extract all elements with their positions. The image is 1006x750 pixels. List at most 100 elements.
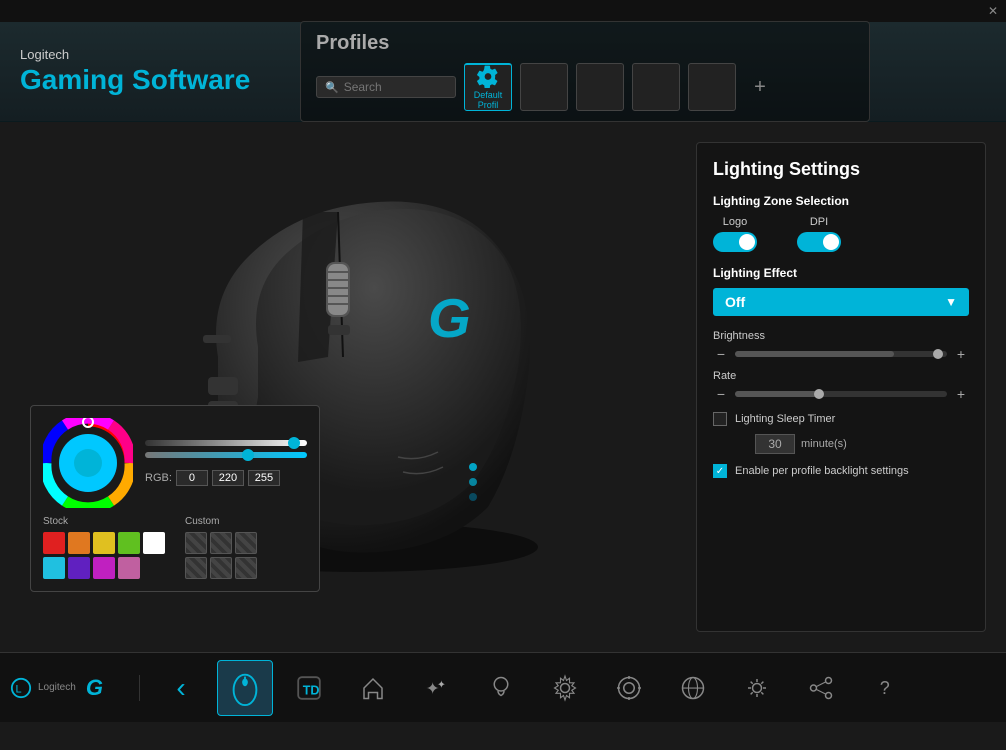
g-brand-icon: G: [86, 675, 103, 701]
dpi-toggle-knob: [823, 234, 839, 250]
mouse-area: G: [0, 122, 696, 652]
nav-effects-button[interactable]: ✦ ✦: [409, 660, 465, 716]
profile-nav-icon: TD: [291, 670, 327, 706]
profile-slot-5[interactable]: [688, 63, 736, 111]
zone-logo: Logo: [713, 216, 757, 252]
nav-share-button[interactable]: [793, 660, 849, 716]
custom-swatch-6[interactable]: [235, 557, 257, 579]
nav-settings-button[interactable]: [729, 660, 785, 716]
profile-slot-3[interactable]: [576, 63, 624, 111]
red-input[interactable]: [176, 470, 208, 486]
logo-toggle[interactable]: [713, 232, 757, 252]
custom-label: Custom: [185, 516, 257, 527]
profile-slot-2[interactable]: [520, 63, 568, 111]
brightness-thumb[interactable]: [933, 349, 943, 359]
rgb-label: RGB:: [145, 472, 172, 484]
zone-selection-label: Lighting Zone Selection: [713, 194, 969, 208]
rate-thumb[interactable]: [814, 389, 824, 399]
custom-swatch-2[interactable]: [210, 532, 232, 554]
saturation-thumb[interactable]: [242, 449, 254, 461]
nav-mouse-button[interactable]: [217, 660, 273, 716]
stock-label: Stock: [43, 516, 165, 527]
mouse-nav-icon: [226, 669, 264, 707]
swatch-yellow[interactable]: [93, 532, 115, 554]
zone-row: Logo DPI: [713, 216, 969, 252]
blue-input[interactable]: [248, 470, 280, 486]
bulb-icon: [486, 673, 516, 703]
brightness-increase[interactable]: +: [953, 346, 969, 362]
backlight-checkbox[interactable]: ✓: [713, 464, 727, 478]
effect-dropdown[interactable]: Off ▼: [713, 288, 969, 316]
rate-increase[interactable]: +: [953, 386, 969, 402]
sleep-timer-row: Lighting Sleep Timer: [713, 412, 969, 426]
swatch-white[interactable]: [143, 532, 165, 554]
swatch-green[interactable]: [118, 532, 140, 554]
timer-input[interactable]: [755, 434, 795, 454]
game-icon: [678, 673, 708, 703]
nav-dpi-button[interactable]: [601, 660, 657, 716]
zone-logo-label: Logo: [723, 216, 747, 228]
custom-row-1: [185, 532, 257, 554]
swatch-magenta[interactable]: [93, 557, 115, 579]
effects-icon: ✦ ✦: [422, 673, 452, 703]
logo-toggle-knob: [739, 234, 755, 250]
nav-assignment-button[interactable]: [537, 660, 593, 716]
nav-profile-button[interactable]: TD: [281, 660, 337, 716]
dpi-toggle[interactable]: [797, 232, 841, 252]
swatch-cyan[interactable]: [43, 557, 65, 579]
svg-text:L: L: [16, 683, 22, 695]
color-picker: RGB: Stock: [30, 405, 320, 592]
brightness-track[interactable]: [735, 351, 947, 357]
color-picker-inner: RGB:: [43, 418, 307, 508]
logo-area: Logitech Gaming Software: [20, 47, 300, 96]
backlight-row: ✓ Enable per profile backlight settings: [713, 464, 969, 478]
lighting-panel: Lighting Settings Lighting Zone Selectio…: [696, 142, 986, 632]
zone-dpi-label: DPI: [810, 216, 828, 228]
gear-icon: [474, 65, 502, 88]
nav-help-button[interactable]: ?: [857, 660, 913, 716]
zone-dpi: DPI: [797, 216, 841, 252]
backlight-label: Enable per profile backlight settings: [735, 465, 909, 477]
color-sliders: RGB:: [145, 440, 307, 486]
color-wheel[interactable]: [43, 418, 133, 508]
swatch-orange[interactable]: [68, 532, 90, 554]
nav-lighting-button[interactable]: [473, 660, 529, 716]
dropdown-arrow-icon: ▼: [945, 295, 957, 309]
sleep-timer-checkbox[interactable]: [713, 412, 727, 426]
profile-slot-1[interactable]: Default Profil: [464, 63, 512, 111]
swatch-purple[interactable]: [68, 557, 90, 579]
svg-text:TD: TD: [303, 683, 320, 697]
saturation-track[interactable]: [145, 452, 307, 458]
svg-text:✦: ✦: [437, 679, 446, 691]
rate-track[interactable]: [735, 391, 947, 397]
rate-decrease[interactable]: −: [713, 386, 729, 402]
close-button[interactable]: ✕: [988, 4, 998, 18]
brightness-label: Brightness: [713, 330, 969, 342]
nav-game-button[interactable]: [665, 660, 721, 716]
brightness-track[interactable]: [145, 440, 307, 446]
settings-icon: [742, 673, 772, 703]
green-input[interactable]: [212, 470, 244, 486]
target-icon: [614, 673, 644, 703]
swatch-pink[interactable]: [118, 557, 140, 579]
custom-swatch-4[interactable]: [185, 557, 207, 579]
custom-swatch-3[interactable]: [235, 532, 257, 554]
checkmark-icon: ✓: [716, 466, 724, 477]
brightness-control: − +: [713, 346, 969, 362]
search-input[interactable]: [344, 80, 444, 94]
search-box[interactable]: 🔍: [316, 76, 456, 98]
nav-home-button[interactable]: [345, 660, 401, 716]
assignment-icon: [550, 673, 580, 703]
custom-swatch-5[interactable]: [210, 557, 232, 579]
bottom-logo: L Logitech G: [10, 675, 140, 701]
nav-back-button[interactable]: ‹: [153, 660, 209, 716]
custom-swatch-1[interactable]: [185, 532, 207, 554]
profile-slot-4[interactable]: [632, 63, 680, 111]
brightness-decrease[interactable]: −: [713, 346, 729, 362]
brightness-thumb[interactable]: [288, 437, 300, 449]
add-profile-button[interactable]: +: [744, 63, 776, 111]
swatch-red[interactable]: [43, 532, 65, 554]
main-area: G: [0, 122, 1006, 652]
brightness-fill: [735, 351, 894, 357]
back-arrow-icon: ‹: [176, 672, 185, 704]
